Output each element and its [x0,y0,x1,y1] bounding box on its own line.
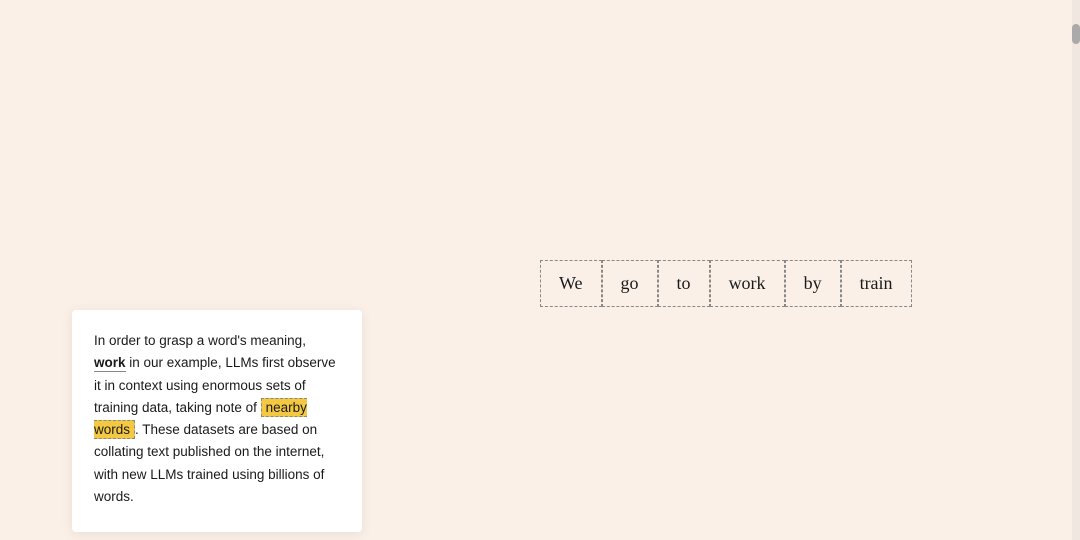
word-box-go: go [602,260,658,307]
word-box-we: We [540,260,602,307]
word-box-to: to [658,260,710,307]
highlighted-work: work [94,355,126,372]
word-box-by: by [785,260,841,307]
sentence-container: We go to work by train [540,260,912,307]
scrollbar-thumb[interactable] [1072,24,1080,44]
info-card: In order to grasp a word's meaning, work… [72,310,362,532]
word-box-train: train [841,260,912,307]
info-card-text: In order to grasp a word's meaning, work… [94,330,340,508]
highlighted-nearby-words: nearby words [94,398,307,439]
word-box-work: work [710,260,785,307]
scrollbar-track [1072,0,1080,540]
